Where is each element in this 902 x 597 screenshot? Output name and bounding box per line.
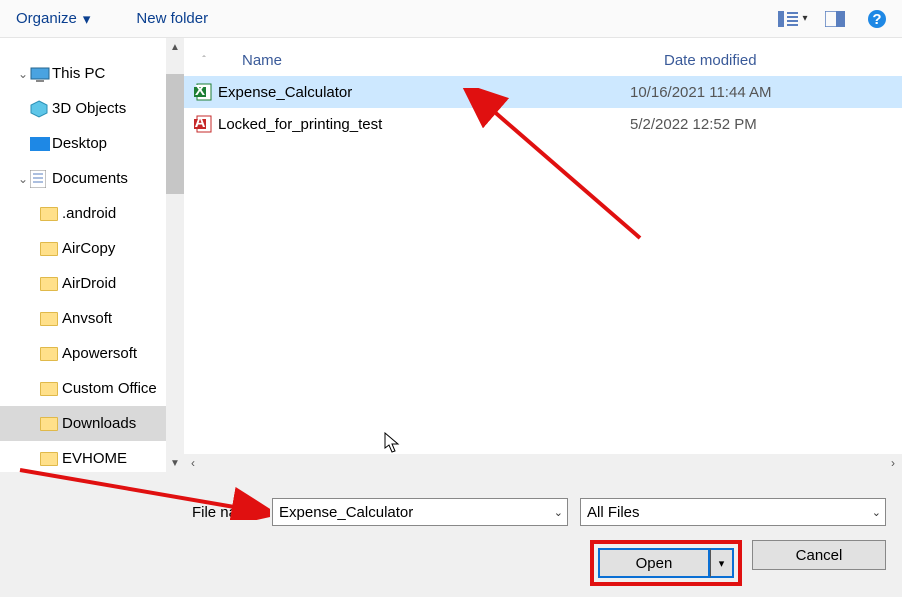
column-header-row: ˆ Name Date modified [184, 38, 902, 76]
scroll-left-icon[interactable]: ‹ [184, 456, 202, 470]
tree-item[interactable]: Anvsoft [0, 301, 184, 336]
open-button-highlight: Open ▾ [590, 540, 742, 586]
svg-text:?: ? [872, 11, 881, 28]
folder-icon [40, 347, 62, 361]
tree-item[interactable]: AirCopy [0, 231, 184, 266]
folder-icon [40, 382, 62, 396]
file-list-pane: ˆ Name Date modified X Expense_Calculator… [184, 38, 902, 472]
tree-item[interactable]: ⌄ Documents [0, 161, 184, 196]
tree-item-label: Desktop [52, 135, 107, 152]
cancel-button[interactable]: Cancel [752, 540, 886, 570]
column-header-date[interactable]: Date modified [664, 52, 902, 69]
tree-item-label: .android [62, 205, 116, 222]
open-button[interactable]: Open [598, 548, 710, 578]
open-dropdown-button[interactable]: ▾ [710, 548, 734, 578]
new-folder-label: New folder [136, 10, 208, 27]
folder-icon [30, 170, 52, 188]
preview-pane-button[interactable] [818, 5, 852, 33]
tree-item[interactable]: ⌄ This PC [0, 56, 184, 91]
folder-icon [40, 277, 62, 291]
folder-icon [30, 100, 52, 118]
filetype-value: All Files [587, 504, 640, 521]
sort-indicator-icon[interactable]: ˆ [184, 55, 224, 66]
file-row[interactable]: X Expense_Calculator10/16/2021 11:44 AM [184, 76, 902, 108]
help-button[interactable]: ? [860, 5, 894, 33]
svg-text:A: A [195, 114, 206, 131]
folder-icon [40, 242, 62, 256]
folder-icon [40, 312, 62, 326]
chevron-icon: ⌄ [16, 67, 30, 81]
folder-icon [40, 417, 62, 431]
tree-item-label: Apowersoft [62, 345, 137, 362]
tree-item[interactable]: Desktop [0, 126, 184, 161]
tree-item-label: 3D Objects [52, 100, 126, 117]
svg-text:X: X [195, 82, 205, 99]
organize-label: Organize [16, 10, 77, 27]
tree-item[interactable]: Apowersoft [0, 336, 184, 371]
tree-item[interactable]: 3D Objects [0, 91, 184, 126]
scroll-up-icon[interactable]: ▲ [166, 38, 184, 56]
tree-item[interactable]: Downloads [0, 406, 184, 441]
file-row[interactable]: A Locked_for_printing_test5/2/2022 12:52 … [184, 108, 902, 140]
file-date: 5/2/2022 12:52 PM [630, 116, 902, 133]
help-icon: ? [867, 9, 887, 29]
tree-item-label: AirCopy [62, 240, 115, 257]
file-name: Locked_for_printing_test [218, 116, 630, 133]
filename-input[interactable]: Expense_Calculator ⌄ [272, 498, 568, 526]
file-type-icon: A [184, 114, 218, 134]
tree-item[interactable]: .android [0, 196, 184, 231]
filename-label: File name: [16, 504, 272, 521]
tree-item-label: Downloads [62, 415, 136, 432]
folder-tree: ⌄ This PC 3D Objects Desktop ⌄ Documents .andr… [0, 38, 184, 472]
scroll-thumb[interactable] [166, 74, 184, 194]
tree-item[interactable]: AirDroid [0, 266, 184, 301]
chevron-down-icon[interactable]: ⌄ [554, 506, 563, 519]
folder-icon [30, 66, 52, 82]
file-date: 10/16/2021 11:44 AM [630, 84, 902, 101]
horizontal-scrollbar[interactable]: ‹ › [184, 454, 902, 472]
chevron-down-icon: ▾ [802, 13, 807, 24]
list-view-icon [778, 11, 798, 27]
tree-item[interactable]: Custom Office [0, 371, 184, 406]
tree-item-label: Custom Office [62, 380, 157, 397]
folder-icon [40, 452, 62, 466]
tree-item-label: EVHOME [62, 450, 127, 467]
file-name: Expense_Calculator [218, 84, 630, 101]
tree-item-label: Anvsoft [62, 310, 112, 327]
scroll-down-icon[interactable]: ▼ [166, 454, 184, 472]
chevron-down-icon: ▾ [83, 10, 91, 28]
tree-scrollbar[interactable]: ▲ ▼ [166, 38, 184, 472]
chevron-icon: ⌄ [16, 172, 30, 186]
preview-pane-icon [825, 11, 845, 27]
organize-button[interactable]: Organize ▾ [8, 6, 98, 32]
scroll-right-icon[interactable]: › [884, 456, 902, 470]
tree-item-label: Documents [52, 170, 128, 187]
tree-item-label: This PC [52, 65, 105, 82]
folder-icon [40, 207, 62, 221]
chevron-down-icon[interactable]: ⌄ [872, 506, 881, 519]
tree-item-label: AirDroid [62, 275, 116, 292]
new-folder-button[interactable]: New folder [128, 6, 216, 31]
filetype-select[interactable]: All Files ⌄ [580, 498, 886, 526]
file-type-icon: X [184, 82, 218, 102]
tree-item[interactable]: EVHOME [0, 441, 184, 472]
column-header-name[interactable]: Name [224, 52, 664, 69]
view-options-button[interactable]: ▾ [776, 5, 810, 33]
folder-icon [30, 137, 52, 151]
filename-value: Expense_Calculator [279, 504, 413, 521]
